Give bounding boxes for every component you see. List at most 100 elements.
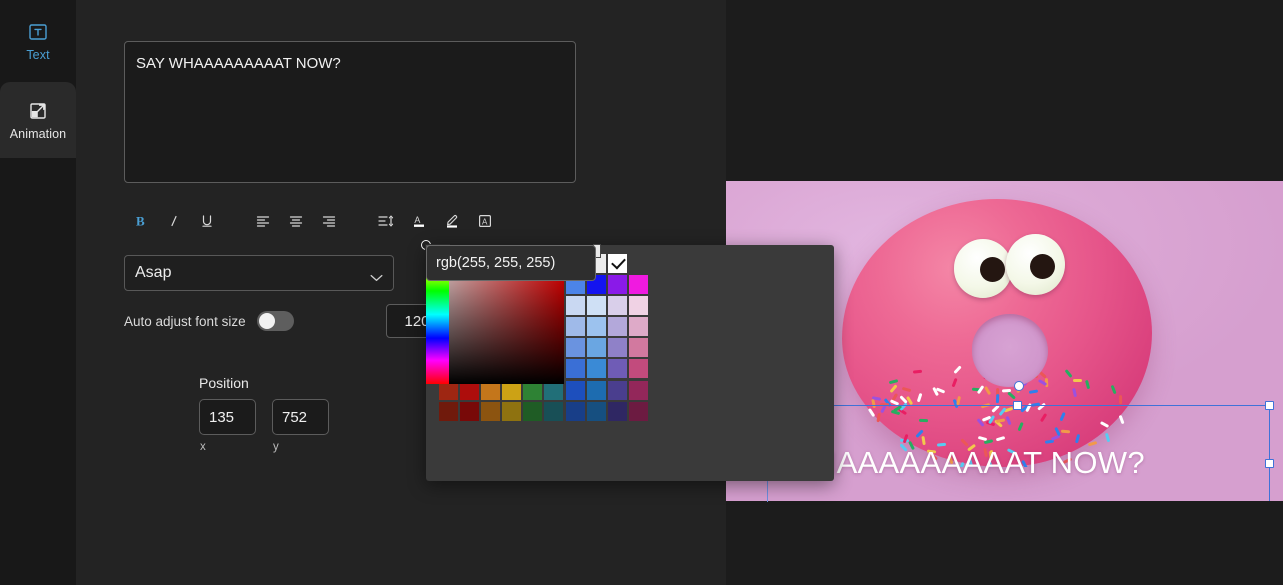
align-center-button[interactable]: [279, 206, 312, 236]
sprinkle: [983, 385, 992, 396]
sprinkle: [1017, 422, 1024, 432]
svg-text:A: A: [482, 217, 488, 226]
sidebar-item-animation-label: Animation: [9, 126, 67, 141]
color-swatch[interactable]: [628, 275, 648, 295]
color-swatch[interactable]: [628, 401, 648, 421]
color-swatch[interactable]: [586, 401, 606, 421]
sprinkle: [889, 383, 898, 393]
color-swatch[interactable]: [607, 380, 627, 400]
resize-handle-top-left[interactable]: [1013, 401, 1022, 410]
sprinkle: [1084, 380, 1091, 390]
sprinkle: [1039, 412, 1048, 423]
position-x-input[interactable]: 135: [199, 399, 256, 435]
color-swatch[interactable]: [481, 401, 501, 421]
sprinkle: [1110, 385, 1117, 395]
position-x-label: x: [200, 441, 206, 453]
text-color-button[interactable]: A: [402, 206, 435, 236]
sprinkle: [953, 365, 962, 374]
bold-button[interactable]: B: [124, 206, 157, 236]
font-family-value: Asap: [135, 264, 172, 281]
chevron-down-icon: [370, 269, 383, 282]
sprinkle: [996, 435, 1006, 442]
sprinkle: [976, 385, 985, 395]
sprinkle: [867, 407, 876, 418]
selection-box-right-edge: [1269, 405, 1270, 501]
sprinkle: [1104, 432, 1110, 442]
color-swatch[interactable]: [586, 380, 606, 400]
color-swatch[interactable]: [607, 296, 627, 316]
rotate-handle[interactable]: [1014, 381, 1024, 391]
color-swatch[interactable]: [607, 254, 627, 273]
underline-button[interactable]: [190, 206, 223, 236]
color-swatch[interactable]: [586, 338, 606, 358]
line-spacing-button[interactable]: [369, 206, 402, 236]
italic-button[interactable]: [157, 206, 190, 236]
position-section-title: Position: [199, 375, 249, 391]
resize-handle-top-right[interactable]: [1265, 401, 1274, 410]
align-right-button[interactable]: [312, 206, 345, 236]
svg-text:B: B: [136, 213, 145, 228]
color-swatch[interactable]: [565, 359, 585, 379]
highlight-color-button[interactable]: [435, 206, 468, 236]
color-picker-popover[interactable]: rgb(255, 255, 255): [421, 240, 834, 481]
color-swatch[interactable]: [607, 338, 627, 358]
color-swatch[interactable]: [565, 401, 585, 421]
sprinkle: [1072, 379, 1082, 383]
font-family-select[interactable]: Asap: [124, 255, 394, 291]
position-y-label: y: [273, 441, 279, 453]
left-rail: Text Animation: [0, 0, 76, 585]
align-left-button[interactable]: [246, 206, 279, 236]
donut-image: [842, 199, 1152, 467]
text-background-button[interactable]: A: [468, 206, 501, 236]
text-format-toolbar: B A A: [124, 204, 576, 237]
color-swatch[interactable]: [628, 338, 648, 358]
sprinkle: [1061, 430, 1071, 434]
color-swatch[interactable]: [586, 296, 606, 316]
color-swatch[interactable]: [628, 317, 648, 337]
sprinkle: [916, 392, 923, 403]
auto-adjust-label: Auto adjust font size: [124, 313, 246, 329]
color-swatch[interactable]: [565, 296, 585, 316]
position-fields: 135 752: [199, 399, 329, 435]
color-swatch[interactable]: [586, 317, 606, 337]
sprinkle: [1058, 412, 1066, 422]
color-swatch[interactable]: [565, 380, 585, 400]
sidebar-item-animation[interactable]: Animation: [0, 82, 76, 158]
color-swatch[interactable]: [628, 296, 648, 316]
color-swatch[interactable]: [565, 317, 585, 337]
color-swatch[interactable]: [523, 401, 543, 421]
auto-adjust-toggle[interactable]: [256, 311, 294, 331]
color-swatch[interactable]: [628, 359, 648, 379]
sprinkle: [901, 386, 912, 393]
color-swatch[interactable]: [460, 401, 480, 421]
resize-handle-middle-right[interactable]: [1265, 459, 1274, 468]
sprinkle: [951, 378, 958, 388]
color-swatch[interactable]: [586, 359, 606, 379]
sprinkle: [1028, 389, 1039, 395]
color-swatch[interactable]: [544, 401, 564, 421]
color-swatch[interactable]: [439, 401, 458, 421]
sprinkle: [870, 398, 876, 409]
svg-text:A: A: [414, 215, 420, 225]
sprinkle: [1118, 414, 1125, 424]
color-swatch[interactable]: [607, 359, 627, 379]
sprinkle: [995, 393, 999, 403]
sprinkle: [978, 435, 988, 441]
position-y-input[interactable]: 752: [272, 399, 329, 435]
sprinkle: [1045, 439, 1055, 445]
color-swatch[interactable]: [607, 275, 627, 295]
color-swatch[interactable]: [502, 401, 522, 421]
sprinkle: [1006, 391, 1016, 400]
text-content-input[interactable]: [124, 41, 576, 183]
color-swatch[interactable]: [607, 401, 627, 421]
sidebar-item-text[interactable]: Text: [0, 3, 76, 79]
rgb-value-input[interactable]: rgb(255, 255, 255): [426, 245, 596, 281]
sprinkle: [876, 412, 882, 423]
color-swatch[interactable]: [565, 338, 585, 358]
color-swatch[interactable]: [628, 380, 648, 400]
selection-box-top-edge: [827, 405, 1267, 406]
sprinkle: [912, 369, 922, 374]
sprinkle: [889, 378, 899, 384]
sprinkle: [1005, 415, 1012, 426]
color-swatch[interactable]: [607, 317, 627, 337]
